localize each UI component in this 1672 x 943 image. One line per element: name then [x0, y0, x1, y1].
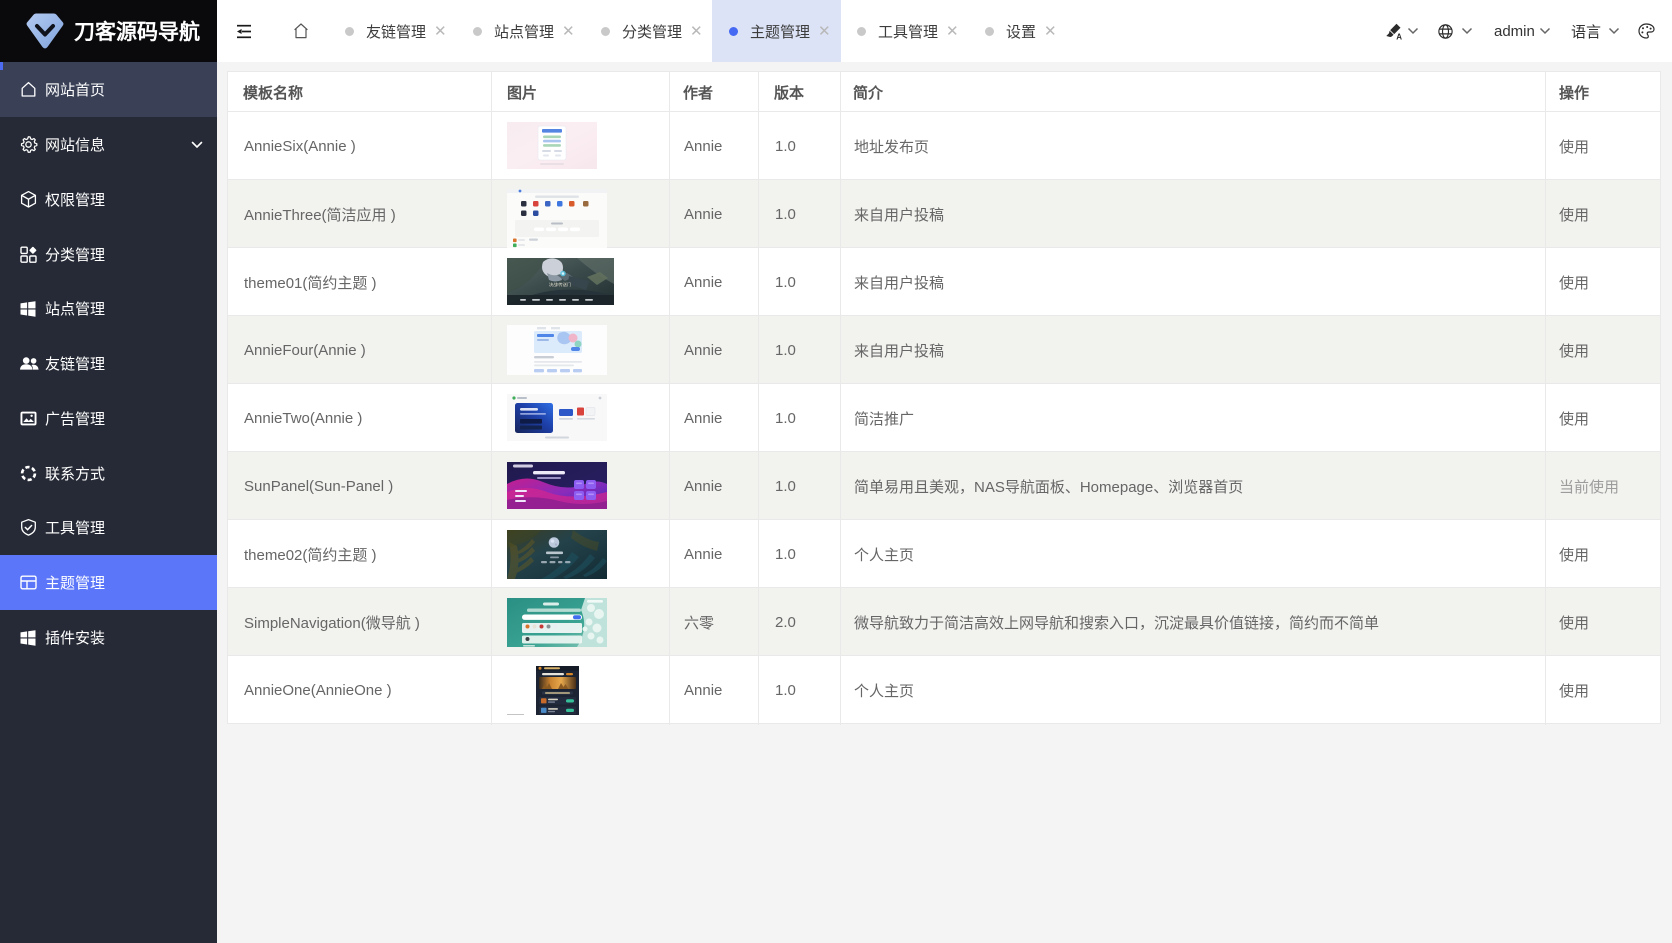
svg-text:决战!传送门: 决战!传送门	[549, 281, 571, 288]
svg-text:A: A	[1396, 32, 1402, 40]
